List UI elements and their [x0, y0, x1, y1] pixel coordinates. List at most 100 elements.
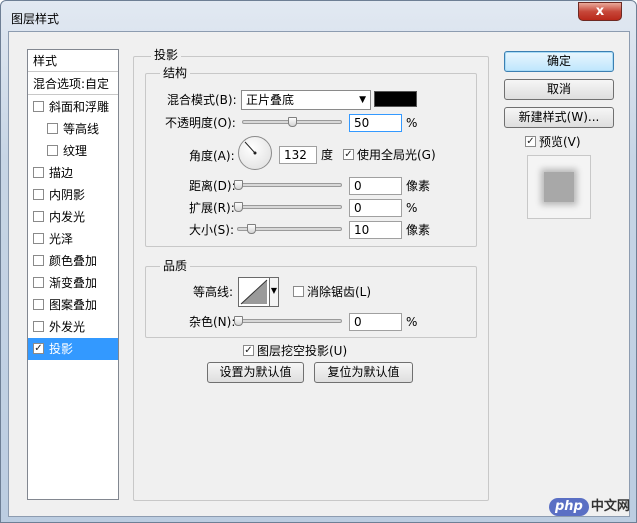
preview-toggle[interactable]: ✓ 预览(V): [525, 135, 581, 149]
sidebar-item-label: 投影: [49, 342, 74, 356]
sidebar-item-pattern-overlay[interactable]: 图案叠加: [28, 294, 118, 316]
distance-label: 距离(D):: [189, 179, 236, 193]
ok-button[interactable]: 确定: [504, 51, 614, 72]
pattern-overlay-checkbox[interactable]: [33, 299, 44, 310]
styles-list: 样式 混合选项:自定 斜面和浮雕 等高线 纹理 描边 内阴影 内发光 光泽 颜色…: [27, 49, 119, 500]
inner-shadow-checkbox[interactable]: [33, 189, 44, 200]
blend-options-item[interactable]: 混合选项:自定: [28, 73, 118, 95]
noise-slider[interactable]: [234, 316, 342, 326]
global-light-label: 使用全局光(G): [357, 148, 436, 162]
blend-mode-value: 正片叠底: [246, 93, 295, 107]
sidebar-item-label: 外发光: [49, 320, 86, 334]
watermark-text: 中文网: [590, 499, 630, 514]
distance-unit: 像素: [406, 179, 431, 193]
opacity-slider[interactable]: [242, 117, 342, 127]
sidebar-item-label: 描边: [49, 166, 74, 180]
inner-glow-checkbox[interactable]: [33, 211, 44, 222]
size-slider[interactable]: [237, 224, 342, 234]
sidebar-item-contour[interactable]: 等高线: [28, 118, 118, 140]
contour-picker[interactable]: [238, 277, 270, 307]
bevel-emboss-checkbox[interactable]: [33, 101, 44, 112]
cancel-button[interactable]: 取消: [504, 79, 614, 100]
close-button[interactable]: x: [578, 2, 622, 21]
contour-checkbox[interactable]: [47, 123, 58, 134]
sidebar-item-inner-glow[interactable]: 内发光: [28, 206, 118, 228]
opacity-unit: %: [406, 116, 418, 130]
blend-mode-select[interactable]: 正片叠底 ▼: [241, 90, 371, 110]
sidebar-item-inner-shadow[interactable]: 内阴影: [28, 184, 118, 206]
sidebar-item-label: 颜色叠加: [49, 254, 98, 268]
sidebar-item-label: 渐变叠加: [49, 276, 98, 290]
outer-glow-checkbox[interactable]: [33, 321, 44, 332]
structure-title: 结构: [160, 66, 191, 80]
contour-label: 等高线:: [193, 285, 234, 299]
sidebar-item-label: 光泽: [49, 232, 74, 246]
knockout-checkbox[interactable]: ✓: [243, 345, 254, 356]
distance-input[interactable]: 0: [349, 177, 402, 195]
stroke-checkbox[interactable]: [33, 167, 44, 178]
noise-unit: %: [406, 315, 418, 329]
size-label: 大小(S):: [189, 223, 235, 237]
opacity-input[interactable]: 50: [349, 114, 402, 132]
preview-label: 预览(V): [539, 135, 581, 149]
chevron-down-icon: ▼: [270, 286, 278, 295]
sidebar-item-outer-glow[interactable]: 外发光: [28, 316, 118, 338]
distance-slider[interactable]: [234, 180, 342, 190]
drop-shadow-checkbox[interactable]: ✓: [33, 343, 44, 354]
spread-unit: %: [406, 201, 418, 215]
contour-dropdown[interactable]: ▼: [269, 277, 279, 307]
size-unit: 像素: [406, 223, 431, 237]
sidebar-item-label: 等高线: [63, 122, 100, 136]
antialias-toggle[interactable]: 消除锯齿(L): [293, 285, 371, 299]
distance-slider-thumb[interactable]: [234, 180, 243, 190]
chevron-down-icon: ▼: [359, 95, 366, 105]
quality-title: 品质: [160, 259, 191, 273]
angle-dial[interactable]: [238, 136, 272, 170]
new-style-button[interactable]: 新建样式(W)...: [504, 107, 614, 128]
php-logo: php: [549, 498, 589, 516]
sidebar-item-label: 图案叠加: [49, 298, 98, 312]
noise-slider-thumb[interactable]: [234, 316, 243, 326]
color-overlay-checkbox[interactable]: [33, 255, 44, 266]
layer-style-dialog: 图层样式 x 样式 混合选项:自定 斜面和浮雕 等高线 纹理 描边 内阴影 内发…: [0, 0, 637, 523]
sidebar-item-label: 斜面和浮雕: [49, 100, 110, 114]
reset-default-button[interactable]: 复位为默认值: [314, 362, 413, 383]
spread-slider[interactable]: [234, 202, 342, 212]
preview-checkbox[interactable]: ✓: [525, 136, 536, 147]
gradient-overlay-checkbox[interactable]: [33, 277, 44, 288]
sidebar-item-label: 内发光: [49, 210, 86, 224]
size-slider-thumb[interactable]: [247, 224, 257, 234]
sidebar-item-bevel-emboss[interactable]: 斜面和浮雕: [28, 96, 118, 118]
global-light-checkbox[interactable]: ✓: [343, 149, 354, 160]
knockout-toggle[interactable]: ✓ 图层挖空投影(U): [243, 344, 347, 358]
dialog-client-area: 样式 混合选项:自定 斜面和浮雕 等高线 纹理 描边 内阴影 内发光 光泽 颜色…: [8, 31, 630, 517]
sidebar-item-stroke[interactable]: 描边: [28, 162, 118, 184]
antialias-label: 消除锯齿(L): [307, 285, 372, 299]
linear-contour-icon: [240, 279, 268, 305]
spread-slider-thumb[interactable]: [234, 202, 243, 212]
noise-input[interactable]: 0: [349, 313, 402, 331]
angle-unit: 度: [321, 148, 334, 162]
php-watermark: php 中文网: [549, 495, 630, 516]
spread-input[interactable]: 0: [349, 199, 402, 217]
sidebar-item-label: 纹理: [63, 144, 88, 158]
sidebar-item-satin[interactable]: 光泽: [28, 228, 118, 250]
knockout-label: 图层挖空投影(U): [257, 344, 348, 358]
sidebar-item-texture[interactable]: 纹理: [28, 140, 118, 162]
shadow-color-swatch[interactable]: [374, 91, 417, 107]
style-preview: [527, 155, 591, 219]
size-input[interactable]: 10: [349, 221, 402, 239]
satin-checkbox[interactable]: [33, 233, 44, 244]
opacity-slider-thumb[interactable]: [288, 117, 297, 127]
texture-checkbox[interactable]: [47, 145, 58, 156]
styles-header[interactable]: 样式: [28, 50, 118, 72]
title-bar[interactable]: 图层样式 x: [1, 1, 636, 31]
global-light-toggle[interactable]: ✓ 使用全局光(G): [343, 148, 436, 162]
antialias-checkbox[interactable]: [293, 286, 304, 297]
make-default-button[interactable]: 设置为默认值: [207, 362, 304, 383]
sidebar-item-color-overlay[interactable]: 颜色叠加: [28, 250, 118, 272]
angle-input[interactable]: 132: [279, 146, 317, 164]
sidebar-item-gradient-overlay[interactable]: 渐变叠加: [28, 272, 118, 294]
preview-swatch: [544, 172, 574, 202]
sidebar-item-drop-shadow[interactable]: ✓ 投影: [28, 338, 118, 360]
